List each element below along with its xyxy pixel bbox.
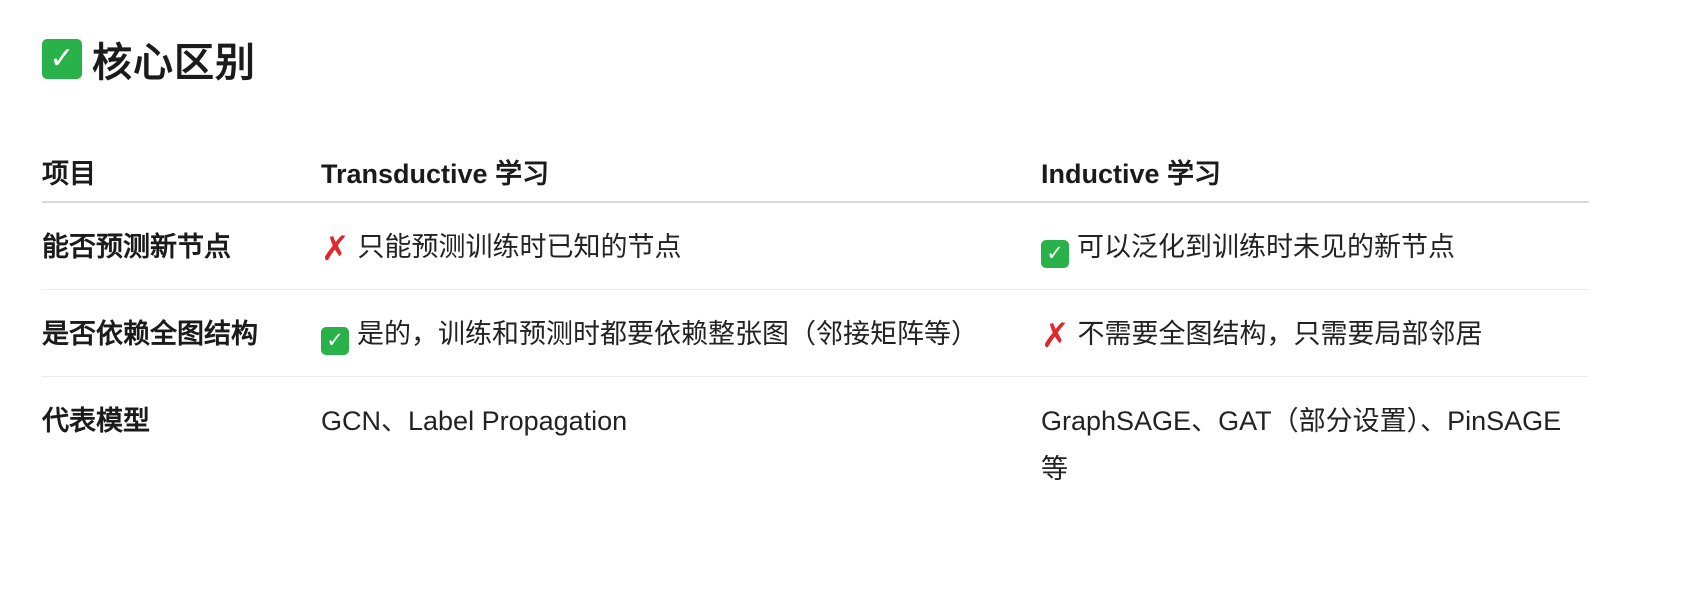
cell-text: 不需要全图结构，只需要局部邻居 <box>1077 319 1483 349</box>
cell-text: GraphSAGE、GAT（部分设置）、PinSAGE 等 <box>1041 406 1562 484</box>
cell-text: 是的，训练和预测时都要依赖整张图（邻接矩阵等） <box>357 319 978 349</box>
cross-mark-icon: ✗ <box>1041 317 1070 355</box>
cell-text: 可以泛化到训练时未见的新节点 <box>1077 232 1455 262</box>
row-label: 代表模型 <box>42 406 150 436</box>
cell-text: 只能预测训练时已知的节点 <box>357 232 682 262</box>
inductive-cell: GraphSAGE、GAT（部分设置）、PinSAGE 等 <box>1041 377 1589 512</box>
transductive-cell: ✓ 是的，训练和预测时都要依赖整张图（邻接矩阵等） <box>321 289 1041 377</box>
inductive-cell: ✗ 不需要全图结构，只需要局部邻居 <box>1041 289 1589 377</box>
column-header-transductive: Transductive 学习 <box>321 136 1041 203</box>
comparison-table: 项目 Transductive 学习 Inductive 学习 能否预测新节点 … <box>42 136 1589 511</box>
check-mark-icon: ✓ <box>42 39 82 79</box>
column-header-inductive: Inductive 学习 <box>1041 136 1589 203</box>
row-label: 能否预测新节点 <box>42 202 321 290</box>
table-row: 代表模型 GCN、Label Propagation GraphSAGE、GAT… <box>42 377 1589 512</box>
column-header-item: 项目 <box>42 136 321 203</box>
inductive-cell: ✓ 可以泛化到训练时未见的新节点 <box>1041 202 1589 290</box>
cross-mark-icon: ✗ <box>321 230 350 268</box>
transductive-cell: GCN、Label Propagation <box>321 377 1041 512</box>
check-mark-icon: ✓ <box>321 326 349 355</box>
section-heading: ✓ 核心区别 <box>42 30 256 88</box>
transductive-cell: ✗ 只能预测训练时已知的节点 <box>321 202 1041 290</box>
check-mark-icon: ✓ <box>1041 239 1069 268</box>
heading-title: 核心区别 <box>92 41 256 85</box>
table-row: 能否预测新节点 ✗ 只能预测训练时已知的节点 ✓ 可以泛化到训练时未见的新节点 <box>42 202 1589 290</box>
table-header-row: 项目 Transductive 学习 Inductive 学习 <box>42 136 1589 203</box>
row-label: 是否依赖全图结构 <box>42 289 321 377</box>
table-row: 是否依赖全图结构 ✓ 是的，训练和预测时都要依赖整张图（邻接矩阵等） ✗ 不需要全图… <box>42 289 1589 377</box>
cell-text: GCN、Label Propagation <box>321 406 628 436</box>
